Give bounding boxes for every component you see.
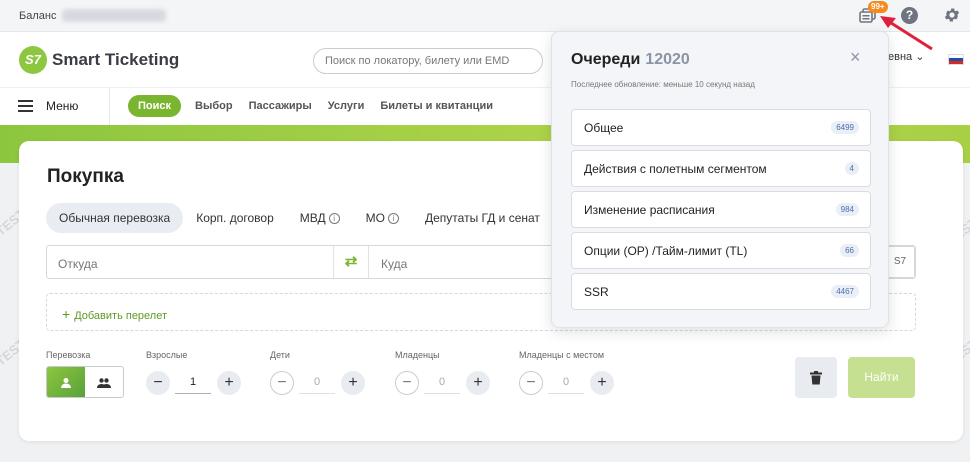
infants-count[interactable]: 0 (424, 376, 460, 394)
tab-search[interactable]: Поиск (128, 95, 182, 117)
last-update-text: Последнее обновление: меньше 10 секунд н… (571, 80, 755, 89)
nav-tabs: Поиск Выбор Пассажиры Услуги Билеты и кв… (128, 95, 501, 117)
minus-button[interactable]: − (270, 371, 294, 395)
type-tab-deputies[interactable]: Депутаты ГД и сенат (412, 203, 553, 233)
queue-count-badge: 984 (835, 203, 859, 216)
search-input[interactable]: Поиск по локатору, билету или EMD (313, 48, 543, 74)
type-tab-regular[interactable]: Обычная перевозка (46, 203, 184, 233)
find-button[interactable]: Найти (848, 357, 915, 398)
queue-item-options-timelimit[interactable]: Опции (ОР) /Тайм-лимит (TL) 66 (571, 232, 871, 269)
type-tab-mo[interactable]: МО i (353, 203, 412, 233)
language-flag-icon[interactable] (948, 54, 964, 65)
queue-count-badge: 6499 (831, 121, 859, 134)
type-tab-label: Депутаты ГД и сенат (425, 211, 540, 225)
transport-type-tabs: Обычная перевозка Корп. договор МВД i МО i… (46, 203, 553, 233)
s7-logo[interactable]: S7 (19, 46, 47, 74)
infants-label: Младенцы (395, 350, 440, 360)
transport-label: Перевозка (46, 350, 91, 360)
children-stepper: − 0 + (270, 371, 365, 395)
queues-total: 12020 (645, 51, 690, 68)
minus-button[interactable]: − (395, 371, 419, 395)
queue-list: Общее 6499 Действия с полетным сегментом 4… (571, 109, 871, 314)
queues-title: Очереди 12020 (571, 51, 690, 69)
nav-divider (109, 88, 110, 126)
queue-item-label: Изменение расписания (584, 203, 715, 217)
annotation-arrow-icon (880, 16, 933, 51)
to-field[interactable]: Куда (381, 257, 407, 271)
search-placeholder: Поиск по локатору, билету или EMD (325, 55, 510, 67)
infants-seat-count[interactable]: 0 (548, 376, 584, 394)
infants-seat-label: Младенцы с местом (519, 350, 605, 360)
add-leg-row: + Добавить перелет (62, 306, 167, 322)
balance-value-redacted (62, 9, 166, 22)
type-tab-label: МО (365, 211, 385, 225)
from-field[interactable]: Откуда (58, 257, 98, 271)
menu-button[interactable]: Меню (46, 99, 78, 113)
transport-toggle (46, 366, 124, 398)
tab-tickets[interactable]: Билеты и квитанции (372, 95, 501, 117)
plus-button[interactable]: + (341, 371, 365, 395)
adults-label: Взрослые (146, 350, 188, 360)
queue-item-segment-actions[interactable]: Действия с полетным сегментом 4 (571, 150, 871, 187)
queues-panel: Очереди 12020 × Последнее обновление: мен… (551, 31, 889, 328)
trash-icon (810, 370, 822, 385)
minus-button[interactable]: − (146, 371, 170, 395)
type-tab-label: Обычная перевозка (59, 211, 171, 225)
close-icon[interactable]: × (850, 48, 864, 66)
type-tab-label: Корп. договор (196, 211, 274, 225)
queue-count-badge: 4467 (831, 285, 859, 298)
adults-stepper: − 1 + (146, 371, 241, 395)
tab-services[interactable]: Услуги (320, 95, 373, 117)
swap-direction-icon[interactable]: ⇄ (333, 246, 369, 278)
queues-title-label: Очереди (571, 51, 641, 68)
queue-item-label: Опции (ОР) /Тайм-лимит (TL) (584, 244, 748, 258)
queue-item-label: SSR (584, 285, 609, 299)
queue-item-general[interactable]: Общее 6499 (571, 109, 871, 146)
children-label: Дети (270, 350, 290, 360)
type-tab-corporate[interactable]: Корп. договор (183, 203, 287, 233)
type-tab-mvd[interactable]: МВД i (287, 203, 353, 233)
infants-seat-stepper: − 0 + (519, 371, 614, 395)
plus-button[interactable]: + (590, 371, 614, 395)
adults-count[interactable]: 1 (175, 376, 211, 394)
add-leg-label: Добавить перелет (74, 310, 168, 322)
plus-icon: + (62, 306, 71, 322)
plus-button[interactable]: + (466, 371, 490, 395)
airline-field[interactable]: S7 (885, 246, 915, 278)
children-count[interactable]: 0 (299, 376, 335, 394)
minus-button[interactable]: − (519, 371, 543, 395)
clear-button[interactable] (795, 357, 837, 398)
queue-item-ssr[interactable]: SSR 4467 (571, 273, 871, 310)
queue-item-label: Общее (584, 121, 624, 135)
group-people-icon[interactable] (85, 367, 123, 397)
hamburger-menu-icon[interactable] (18, 100, 33, 112)
queue-count-badge: 66 (840, 244, 859, 257)
queue-item-label: Действия с полетным сегментом (584, 162, 767, 176)
queue-count-badge: 4 (844, 162, 859, 175)
plus-button[interactable]: + (217, 371, 241, 395)
app-title: Smart Ticketing (52, 50, 180, 69)
page-title: Покупка (47, 166, 124, 187)
tab-choice[interactable]: Выбор (187, 95, 241, 117)
tab-passengers[interactable]: Пассажиры (241, 95, 320, 117)
info-icon: i (388, 213, 399, 225)
infants-stepper: − 0 + (395, 371, 490, 395)
single-person-icon[interactable] (47, 367, 85, 397)
queue-item-schedule-change[interactable]: Изменение расписания 984 (571, 191, 871, 228)
gear-icon[interactable] (943, 6, 961, 24)
top-bar: Баланс 99+ ? (0, 0, 970, 32)
info-icon: i (328, 213, 340, 225)
balance-label: Баланс (19, 10, 57, 22)
type-tab-label: МВД (299, 211, 326, 225)
